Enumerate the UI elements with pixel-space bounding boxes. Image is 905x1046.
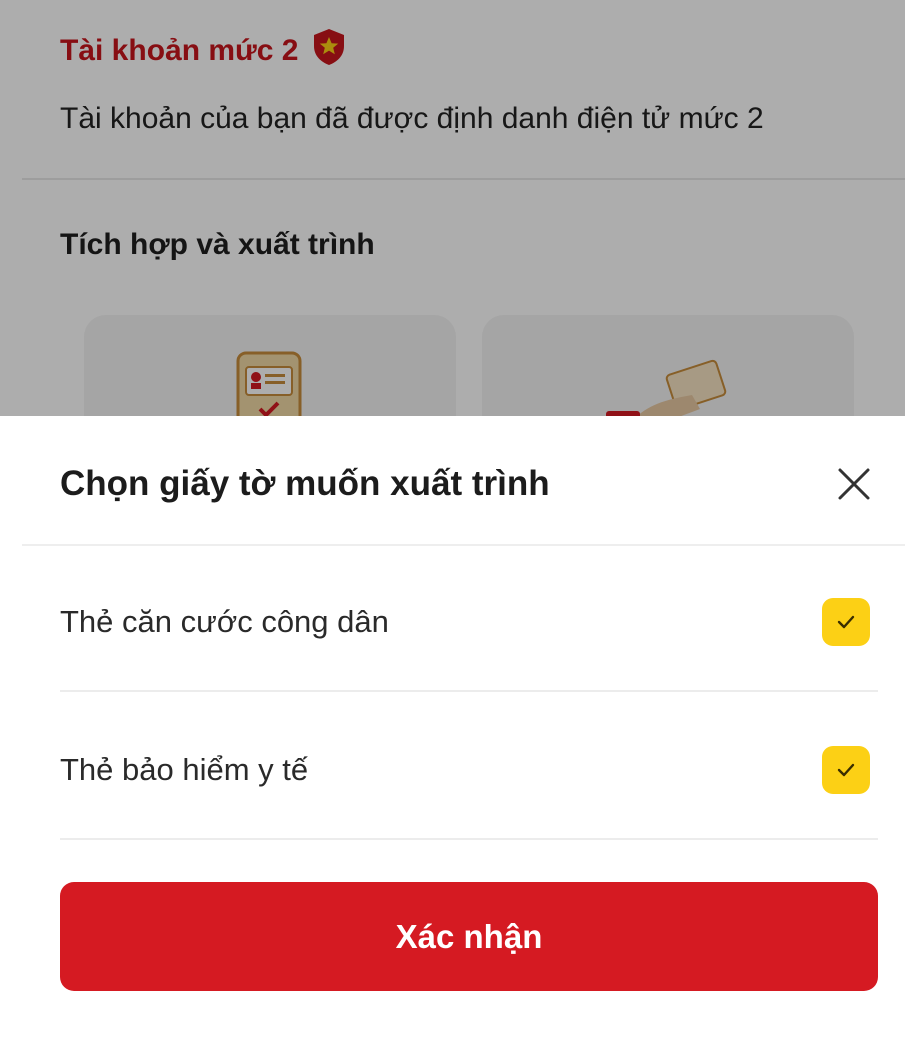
option-citizen-id-card[interactable]: Thẻ căn cước công dân bbox=[60, 546, 878, 692]
divider bbox=[60, 690, 878, 692]
option-checkbox[interactable] bbox=[822, 598, 870, 646]
checkmark-icon bbox=[837, 763, 855, 777]
option-health-insurance-card[interactable]: Thẻ bảo hiểm y tế bbox=[60, 694, 878, 840]
checkmark-icon bbox=[837, 615, 855, 629]
document-select-sheet: Chọn giấy tờ muốn xuất trình Thẻ căn cướ… bbox=[0, 416, 905, 1046]
modal-overlay[interactable] bbox=[0, 0, 905, 420]
background-screen: Tài khoản mức 2 Tài khoản của bạn đã đượ… bbox=[0, 0, 905, 420]
option-label: Thẻ căn cước công dân bbox=[60, 604, 389, 639]
close-icon bbox=[838, 468, 870, 500]
confirm-button[interactable]: Xác nhận bbox=[60, 882, 878, 991]
sheet-title: Chọn giấy tờ muốn xuất trình bbox=[60, 464, 550, 503]
option-label: Thẻ bảo hiểm y tế bbox=[60, 752, 309, 787]
divider bbox=[60, 838, 878, 840]
close-button[interactable] bbox=[834, 464, 874, 504]
option-checkbox[interactable] bbox=[822, 746, 870, 794]
